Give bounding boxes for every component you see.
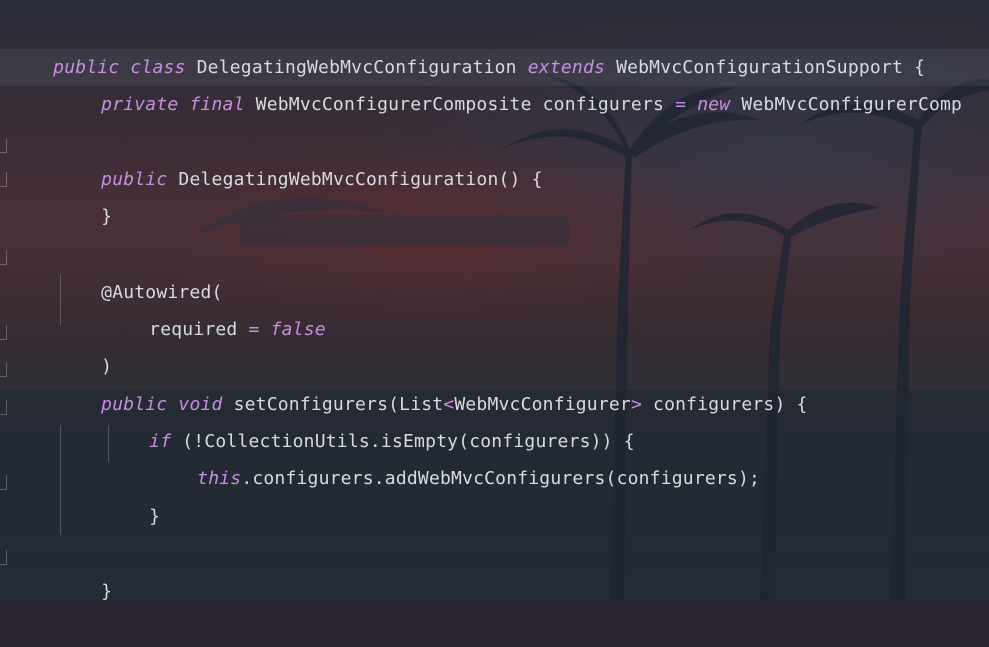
code-editor[interactable]: public class DelegatingWebMvcConfigurati… <box>0 0 989 602</box>
code-line-if-statement[interactable]: if (!CollectionUtils.isEmpty(configurers… <box>105 386 635 452</box>
code-line-constructor[interactable]: public DelegatingWebMvcConfiguration() { <box>57 124 543 190</box>
code-line-field-declaration[interactable]: private final WebMvcConfigurerComposite … <box>57 49 962 115</box>
code-text: } <box>101 206 113 227</box>
fold-marker-icon[interactable] <box>0 138 7 153</box>
code-text: WebMvcConfigurerComp <box>730 94 963 115</box>
code-line-method-declaration[interactable]: public void setConfigurers(List<WebMvcCo… <box>57 349 808 415</box>
code-text: configurers) { <box>642 394 808 415</box>
code-line-annotation-close[interactable]: ) <box>57 311 112 377</box>
keyword: private final <box>101 94 245 115</box>
operator: = <box>675 94 687 115</box>
fold-marker-icon[interactable] <box>0 400 7 415</box>
code-line-constructor-close[interactable]: } <box>57 161 112 227</box>
code-text: .configurers.addWebMvcConfigurers(config… <box>241 468 761 489</box>
keyword: false <box>270 319 326 340</box>
code-line-if-close[interactable]: } <box>105 461 160 527</box>
fold-marker-icon[interactable] <box>0 550 7 565</box>
fold-marker-icon[interactable] <box>0 172 7 187</box>
code-text: required <box>149 319 249 340</box>
fold-marker-icon[interactable] <box>0 475 7 490</box>
code-text: } <box>101 581 113 602</box>
fold-marker-icon[interactable] <box>0 362 7 377</box>
code-line-method-close[interactable]: } <box>57 536 112 602</box>
code-line-annotation[interactable]: @Autowired( <box>57 237 223 303</box>
code-line-method-call[interactable]: this.configurers.addWebMvcConfigurers(co… <box>153 423 760 489</box>
code-text: WebMvcConfigurerComposite configurers <box>244 94 676 115</box>
keyword: new <box>697 94 731 115</box>
code-line-annotation-param[interactable]: required = false <box>105 274 326 340</box>
fold-marker-icon[interactable] <box>0 250 7 265</box>
keyword: this <box>197 468 242 489</box>
fold-marker-icon[interactable] <box>0 325 7 340</box>
code-text: DelegatingWebMvcConfiguration() { <box>167 169 543 190</box>
operator: = <box>248 319 260 340</box>
code-text: } <box>149 506 161 527</box>
code-line-class-declaration[interactable]: public class DelegatingWebMvcConfigurati… <box>9 12 925 78</box>
